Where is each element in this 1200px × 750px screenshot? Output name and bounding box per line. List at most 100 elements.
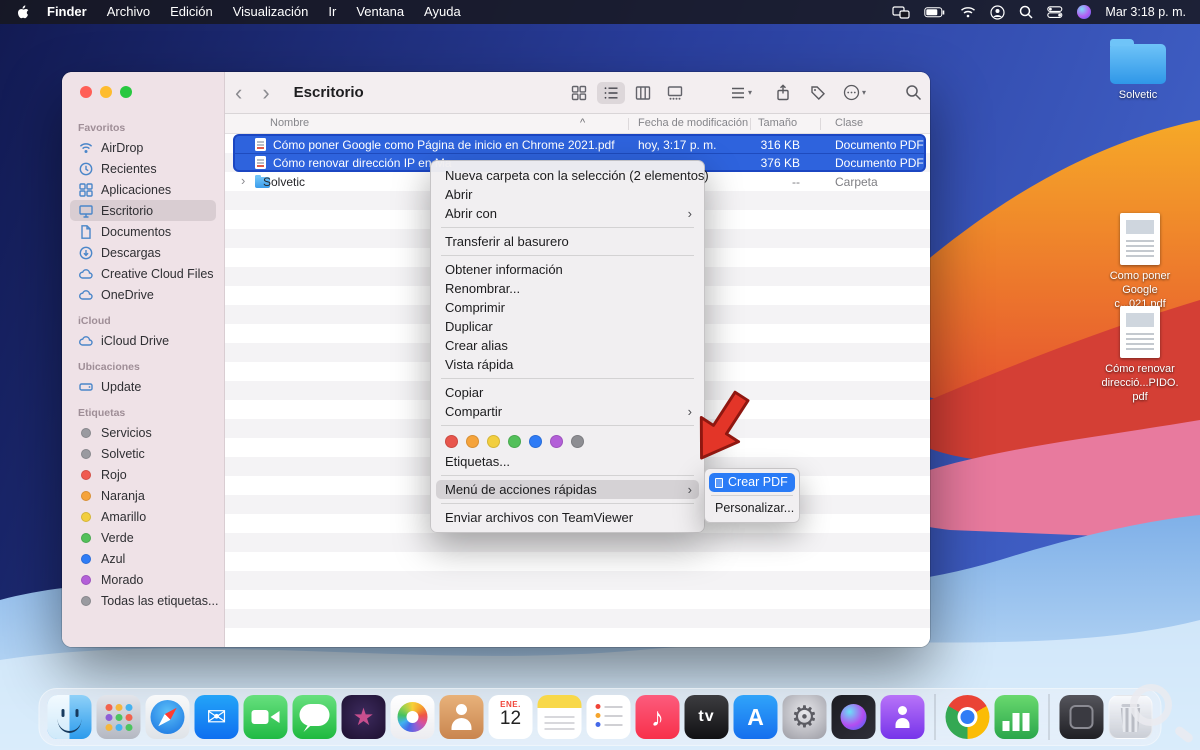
share-button[interactable] (775, 84, 791, 101)
submenu-item-customize[interactable]: Personalizar... (709, 499, 795, 518)
back-button[interactable]: ‹ (225, 73, 252, 113)
dock-podcasts-icon[interactable] (880, 695, 925, 739)
menu-item-share[interactable]: Compartir › (431, 402, 704, 421)
dock-contacts-icon[interactable] (439, 695, 484, 739)
close-button[interactable] (80, 86, 92, 98)
desktop-pdf-como-poner[interactable]: Como poner Google c...021.pdf (1100, 213, 1180, 311)
column-header-fecha[interactable]: Fecha de modificación (638, 117, 748, 129)
minimize-button[interactable] (100, 86, 112, 98)
siri-icon[interactable] (1077, 5, 1092, 19)
forward-button[interactable]: › (252, 73, 279, 113)
dock-screenshot-icon[interactable] (1059, 695, 1104, 739)
control-center-icon[interactable] (1047, 6, 1063, 18)
sidebar-item-update[interactable]: Update (70, 376, 216, 397)
more-actions-button[interactable]: ▾ (843, 84, 866, 101)
menu-finder[interactable]: Finder (37, 0, 97, 24)
apple-menu[interactable] (14, 4, 37, 20)
sidebar-item-airdrop[interactable]: AirDrop (70, 137, 216, 158)
wifi-icon[interactable] (960, 6, 976, 18)
sidebar-item-creative-cloud[interactable]: Creative Cloud Files (70, 263, 216, 284)
sidebar-tag-morado[interactable]: Morado (70, 569, 216, 590)
sidebar-item-onedrive[interactable]: OneDrive (70, 284, 216, 305)
sidebar-item-aplicaciones[interactable]: Aplicaciones (70, 179, 216, 200)
menu-archivo[interactable]: Archivo (97, 0, 160, 24)
menu-item-rename[interactable]: Renombrar... (431, 279, 704, 298)
tag-orange-icon[interactable] (466, 434, 479, 448)
sidebar-item-documentos[interactable]: Documentos (70, 221, 216, 242)
dock-appletv-icon[interactable] (684, 695, 729, 739)
sidebar-item-icloud-drive[interactable]: iCloud Drive (70, 330, 216, 351)
menu-item-tags[interactable]: Etiquetas... (431, 452, 704, 471)
tag-blue-icon[interactable] (529, 434, 542, 448)
menu-bar-clock[interactable]: Mar 3:18 p. m. (1105, 5, 1186, 19)
dock-system-preferences-icon[interactable] (782, 695, 827, 739)
dock-notes-icon[interactable] (537, 695, 582, 739)
menu-ayuda[interactable]: Ayuda (414, 0, 471, 24)
spotlight-icon[interactable] (1019, 5, 1033, 19)
menu-item-open[interactable]: Abrir (431, 185, 704, 204)
battery-icon[interactable] (924, 6, 946, 18)
dock-safari-icon[interactable] (145, 695, 190, 739)
dock-facetime-icon[interactable] (243, 695, 288, 739)
menu-item-quick-actions[interactable]: Menú de acciones rápidas › (436, 480, 699, 499)
user-icon[interactable] (990, 4, 1006, 20)
zoom-button[interactable] (120, 86, 132, 98)
tags-button[interactable] (810, 85, 826, 101)
dock-appstore-icon[interactable] (733, 695, 778, 739)
dock-chrome-icon[interactable] (945, 695, 990, 739)
group-button[interactable]: ▾ (730, 85, 752, 101)
sidebar-item-escritorio[interactable]: Escritorio (70, 200, 216, 221)
dock-calendar-icon[interactable]: ENE. 12 (488, 695, 533, 739)
icon-view-button[interactable] (565, 82, 593, 104)
menu-item-make-alias[interactable]: Crear alias (431, 336, 704, 355)
menu-ir[interactable]: Ir (318, 0, 346, 24)
desktop-pdf-como-renovar[interactable]: Cómo renovar direcció...PIDO.pdf (1100, 306, 1180, 404)
column-header-nombre[interactable]: Nombre (270, 117, 309, 129)
tag-red-icon[interactable] (445, 434, 458, 448)
sidebar-tag-verde[interactable]: Verde (70, 527, 216, 548)
sort-indicator[interactable]: ^ (580, 117, 585, 129)
menu-visualizacion[interactable]: Visualización (223, 0, 319, 24)
dock-launchpad-icon[interactable] (96, 695, 141, 739)
sidebar-tag-servicios[interactable]: Servicios (70, 422, 216, 443)
dock-finder-icon[interactable] (47, 695, 92, 739)
menu-item-open-with[interactable]: Abrir con › (431, 204, 704, 223)
menu-edicion[interactable]: Edición (160, 0, 223, 24)
gallery-view-button[interactable] (661, 82, 689, 104)
tag-yellow-icon[interactable] (487, 434, 500, 448)
dock-mail-icon[interactable] (194, 695, 239, 739)
display-icon[interactable] (892, 5, 911, 19)
menu-item-teamviewer[interactable]: Enviar archivos con TeamViewer (431, 508, 704, 527)
menu-ventana[interactable]: Ventana (346, 0, 414, 24)
dock-siri-icon[interactable] (831, 695, 876, 739)
tag-gray-icon[interactable] (571, 434, 584, 448)
sidebar-item-recientes[interactable]: Recientes (70, 158, 216, 179)
sidebar-tag-todas[interactable]: Todas las etiquetas... (70, 590, 218, 611)
column-divider[interactable] (628, 118, 629, 130)
sidebar-item-descargas[interactable]: Descargas (70, 242, 216, 263)
column-header-tamano[interactable]: Tamaño (758, 117, 797, 129)
sidebar-tag-naranja[interactable]: Naranja (70, 485, 216, 506)
dock-numbers-icon[interactable] (994, 695, 1039, 739)
column-divider[interactable] (750, 118, 751, 130)
tag-green-icon[interactable] (508, 434, 521, 448)
dock-photos-icon[interactable] (390, 695, 435, 739)
sidebar-tag-amarillo[interactable]: Amarillo (70, 506, 216, 527)
list-view-button[interactable] (597, 81, 625, 104)
search-button[interactable] (905, 84, 922, 101)
tag-purple-icon[interactable] (550, 434, 563, 448)
dock-messages-icon[interactable] (292, 695, 337, 739)
dock-imovie-icon[interactable] (341, 695, 386, 739)
menu-item-copy[interactable]: Copiar (431, 383, 704, 402)
menu-item-duplicate[interactable]: Duplicar (431, 317, 704, 336)
dock-music-icon[interactable] (635, 695, 680, 739)
column-divider[interactable] (820, 118, 821, 130)
desktop-folder-solvetic[interactable]: Solvetic (1098, 38, 1178, 103)
sidebar-tag-solvetic[interactable]: Solvetic (70, 443, 216, 464)
menu-item-quick-look[interactable]: Vista rápida (431, 355, 704, 374)
file-row-selected[interactable]: Cómo poner Google como Página de inicio … (235, 136, 924, 153)
column-view-button[interactable] (629, 82, 657, 104)
disclosure-triangle-icon[interactable]: › (241, 173, 245, 188)
menu-item-move-to-trash[interactable]: Transferir al basurero (431, 232, 704, 251)
menu-item-new-folder-with-selection[interactable]: Nueva carpeta con la selección (2 elemen… (431, 166, 709, 185)
